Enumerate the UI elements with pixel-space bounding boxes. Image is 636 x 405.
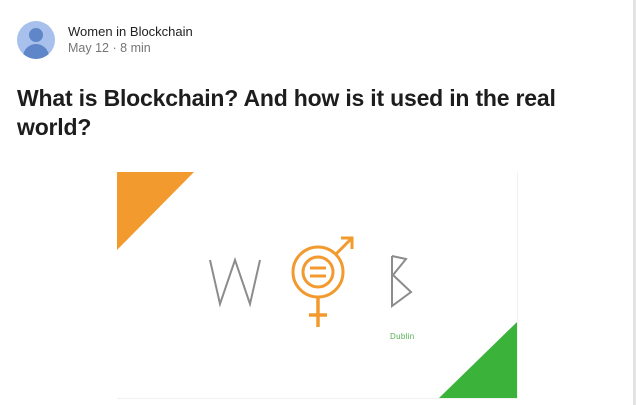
author-meta: Women in Blockchain May 12 · 8 min [68,23,193,57]
author-name[interactable]: Women in Blockchain [68,23,193,40]
post-date: May 12 [68,41,109,55]
orange-corner-triangle [117,172,194,250]
avatar-shoulders [23,44,49,59]
avatar-head [29,28,43,42]
hero-image[interactable]: Dublin [117,172,518,399]
gender-symbol-icon [291,236,354,327]
logo-letter-b [391,255,413,308]
user-avatar-icon[interactable] [17,21,55,59]
post-title[interactable]: What is Blockchain? And how is it used i… [17,84,577,142]
post-card[interactable]: Women in Blockchain May 12 · 8 min What … [0,0,636,405]
dublin-label: Dublin [390,332,415,341]
hero-logo-graphic [117,172,517,398]
meta-separator: · [112,41,117,55]
green-corner-triangle [439,322,517,398]
logo-letter-w [209,256,261,308]
read-time: 8 min [120,41,151,55]
author-row: Women in Blockchain May 12 · 8 min [17,20,193,60]
post-meta: May 12 · 8 min [68,40,193,57]
